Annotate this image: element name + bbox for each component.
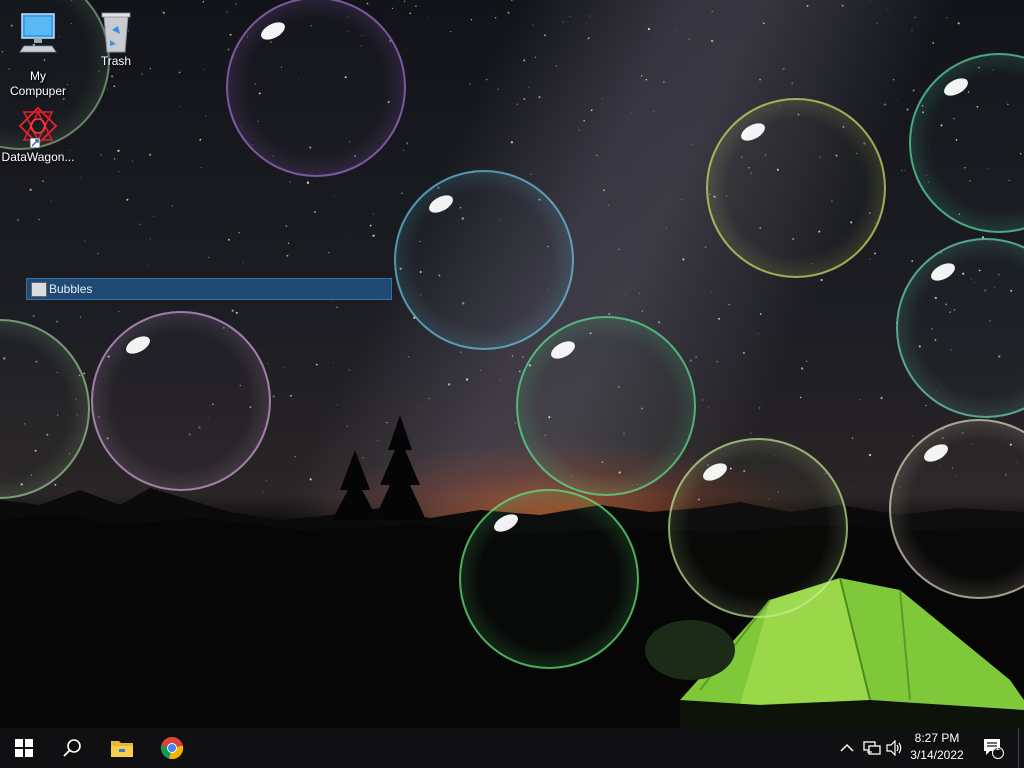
bubble-green-center bbox=[516, 316, 696, 496]
start-button[interactable] bbox=[0, 728, 48, 768]
volume-icon bbox=[886, 740, 902, 756]
clock[interactable]: 8:27 PM 3/14/2022 bbox=[904, 730, 970, 766]
desktop-icon-my-computer[interactable]: My Compuper bbox=[0, 8, 76, 99]
show-desktop-button[interactable] bbox=[1018, 728, 1024, 768]
network-icon bbox=[863, 741, 881, 755]
bubble-cyan bbox=[394, 170, 574, 350]
desktop-icon-label: My Compuper bbox=[9, 69, 67, 98]
bubbles-window-titlebar[interactable]: Bubbles bbox=[26, 278, 392, 300]
bubble-purple-top bbox=[226, 0, 406, 177]
bubble-lime-bottom bbox=[668, 438, 848, 618]
notifications-button[interactable]: 1 bbox=[978, 728, 1008, 768]
bubbles-app-icon bbox=[31, 282, 47, 297]
chrome-button[interactable] bbox=[148, 728, 196, 768]
notification-icon bbox=[984, 739, 1004, 759]
bubble-green-bottom bbox=[459, 489, 639, 669]
search-icon bbox=[63, 739, 81, 757]
bubble-yellow bbox=[706, 98, 886, 278]
window-title: Bubbles bbox=[49, 282, 93, 296]
chevron-up-icon bbox=[840, 743, 854, 752]
clock-time: 8:27 PM bbox=[914, 731, 960, 745]
tray-overflow-button[interactable] bbox=[836, 728, 858, 768]
desktop[interactable]: My Compuper Trash DataWagon... Bubbles bbox=[0, 0, 1024, 728]
desktop-icon-datawagon[interactable]: DataWagon... bbox=[0, 104, 76, 165]
file-explorer-icon bbox=[111, 741, 133, 757]
chrome-icon bbox=[161, 736, 184, 760]
desktop-icon-label: Trash bbox=[100, 54, 132, 68]
computer-icon bbox=[0, 8, 76, 54]
recycle-bin-icon bbox=[78, 8, 154, 54]
network-button[interactable] bbox=[860, 728, 884, 768]
clock-date: 3/14/2022 bbox=[910, 748, 964, 762]
datawagon-shortcut-icon bbox=[0, 104, 76, 150]
volume-button[interactable] bbox=[884, 728, 906, 768]
taskbar: 8:27 PM 3/14/2022 1 bbox=[0, 728, 1024, 768]
notification-count: 1 bbox=[995, 742, 1001, 752]
bubble-pink bbox=[91, 311, 271, 491]
windows-start-icon bbox=[15, 739, 33, 757]
search-button[interactable] bbox=[48, 728, 96, 768]
desktop-icon-trash[interactable]: Trash bbox=[78, 8, 154, 69]
file-explorer-button[interactable] bbox=[98, 728, 146, 768]
desktop-icon-label: DataWagon... bbox=[1, 150, 75, 164]
